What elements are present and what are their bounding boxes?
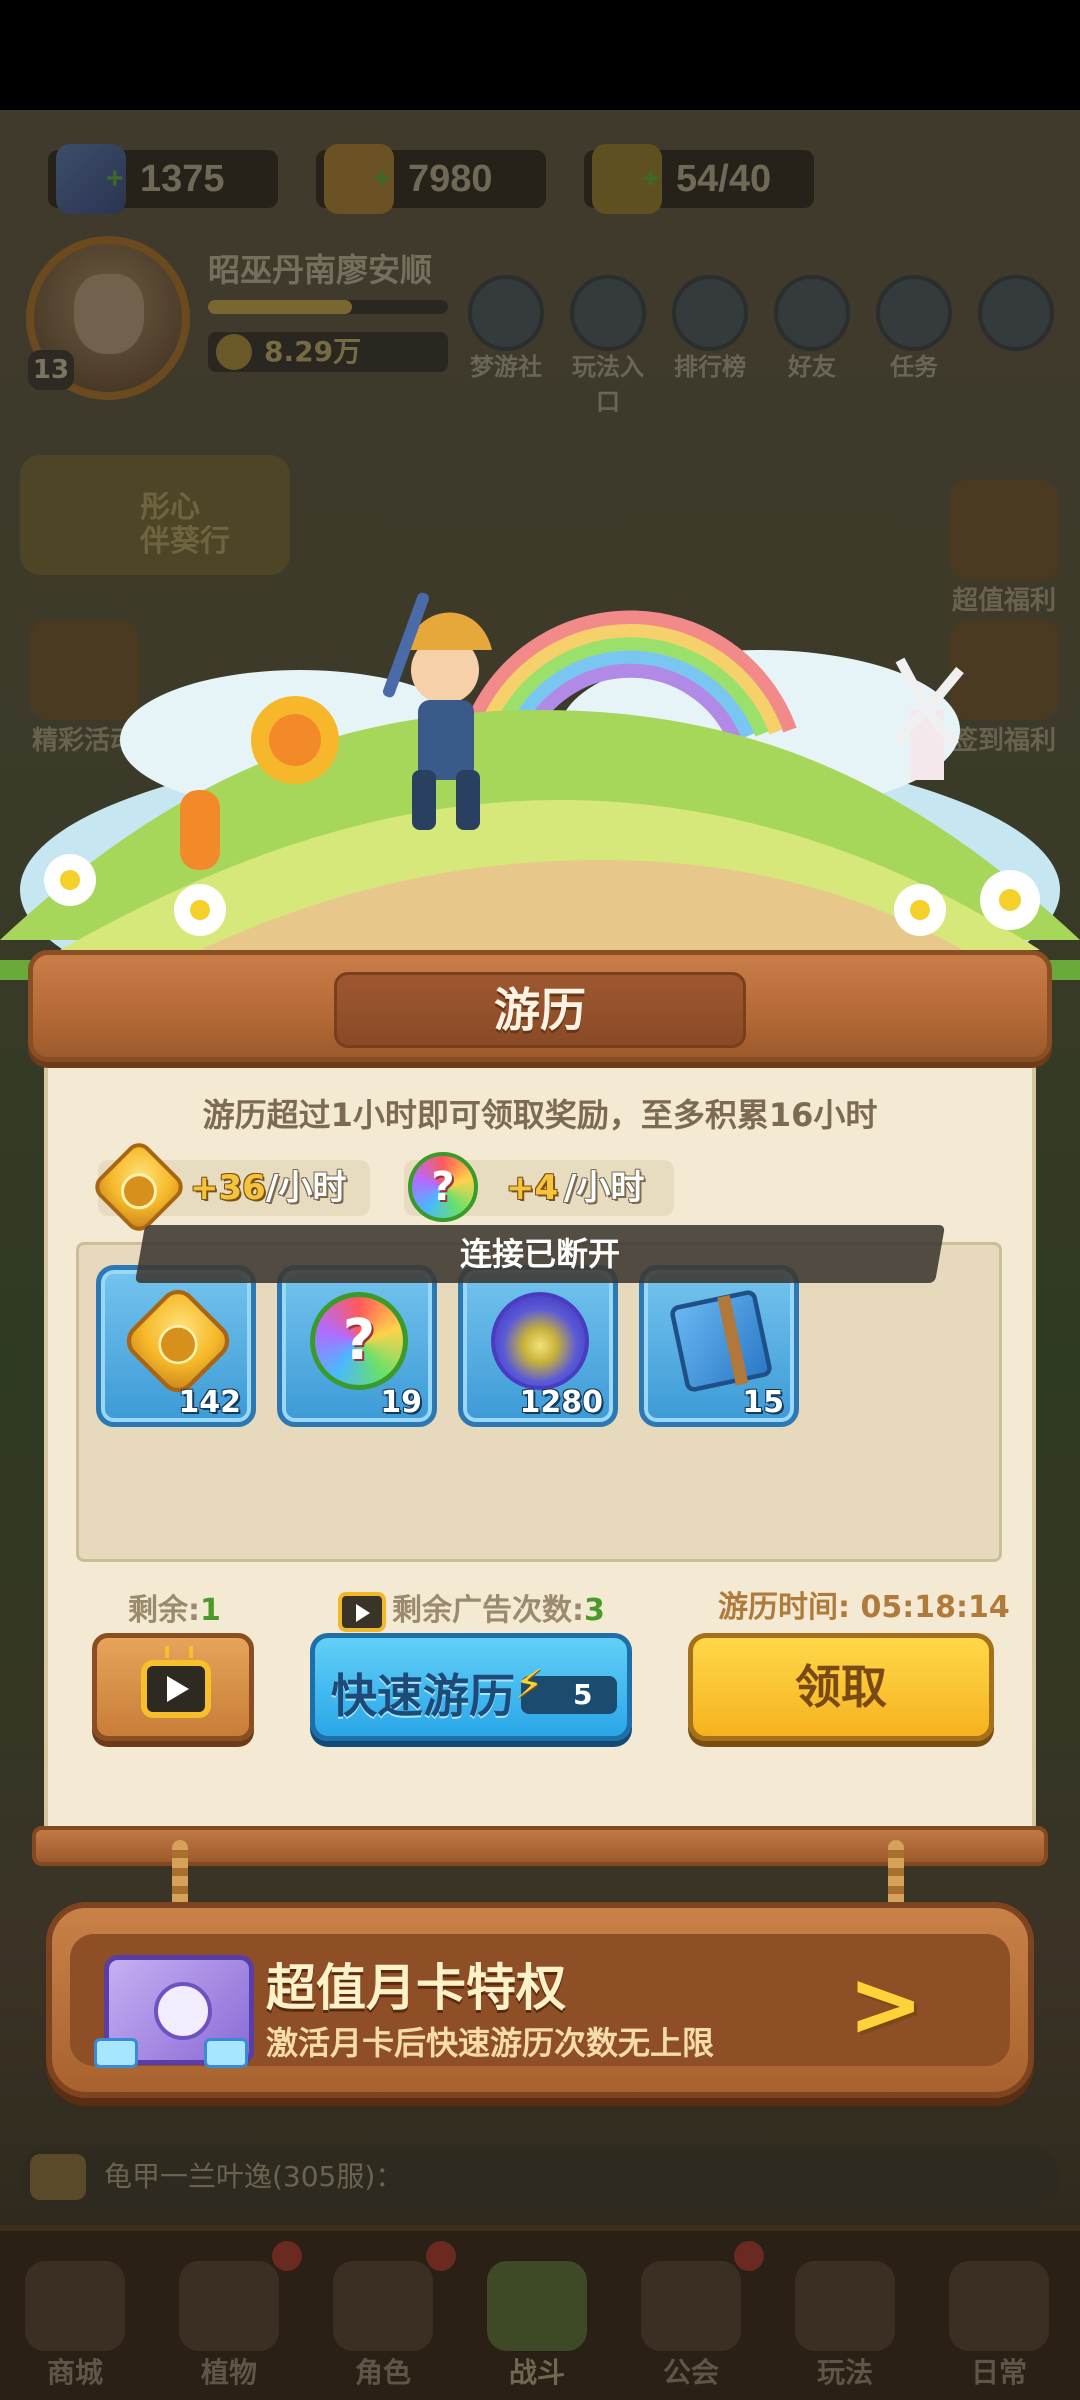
- world-chat-bar[interactable]: 龟甲一兰叶逸(305服)：: [20, 2148, 1060, 2206]
- friends-icon: [774, 275, 850, 351]
- gamepad-icon: [570, 275, 646, 351]
- xp-bar: [208, 300, 448, 314]
- watch-ad-button[interactable]: [92, 1633, 254, 1741]
- remaining-count: 剩余:1: [128, 1593, 221, 1628]
- character-icon: [333, 2261, 433, 2351]
- diamond-icon: [204, 2038, 248, 2068]
- lock-icon: [949, 2261, 1049, 2351]
- reward-slot-mystery-seed[interactable]: ? 19: [277, 1265, 437, 1427]
- reward-slot-spirit-orb[interactable]: 1280: [458, 1265, 618, 1427]
- energy-counter[interactable]: + 54/40: [584, 144, 814, 214]
- nav-more[interactable]: [970, 275, 1062, 351]
- player-name: 昭巫丹南廖安顺: [208, 251, 433, 289]
- lightning-icon: ⚡: [515, 1662, 544, 1708]
- gem-counter[interactable]: + 1375: [48, 144, 278, 214]
- more-icon: [978, 275, 1054, 351]
- tab-guild[interactable]: 公会: [626, 2261, 756, 2391]
- dream-club-icon: [468, 275, 544, 351]
- plus-icon: +: [106, 162, 124, 195]
- battle-icon: [487, 2261, 587, 2351]
- travel-time: 游历时间: 05:18:14: [718, 1590, 1010, 1625]
- reward-slot-gold-coin[interactable]: 142: [96, 1265, 256, 1427]
- status-bar: [0, 0, 1080, 110]
- quick-travel-button[interactable]: 快速游历 ⚡ 5: [310, 1633, 632, 1741]
- nav-leaderboard[interactable]: 排行榜: [664, 275, 756, 382]
- claim-button[interactable]: 领取: [688, 1633, 994, 1741]
- connection-lost-toast: 连接已断开: [459, 1235, 620, 1273]
- tasks-icon: [876, 275, 952, 351]
- tab-gameplay[interactable]: 玩法: [780, 2261, 910, 2391]
- tab-daily[interactable]: 日常: [934, 2261, 1064, 2391]
- tv-play-icon: [141, 1660, 211, 1718]
- book-icon: [668, 1288, 774, 1394]
- nav-tasks[interactable]: 任务: [868, 275, 960, 382]
- diamond-icon: [94, 2038, 138, 2068]
- tab-shop[interactable]: 商城: [10, 2261, 140, 2391]
- gameplay-icon: [795, 2261, 895, 2351]
- plant-icon: [179, 2261, 279, 2351]
- notification-dot: [734, 2241, 764, 2271]
- bottom-nav: 商城 植物 角色 战斗 公会 玩法 日常: [0, 2225, 1080, 2400]
- guild-icon: [641, 2261, 741, 2351]
- chevron-right-icon[interactable]: >: [848, 1960, 928, 2050]
- shop-icon: [25, 2261, 125, 2351]
- leaderboard-icon: [672, 275, 748, 351]
- notification-dot: [426, 2241, 456, 2271]
- coin-counter[interactable]: + 7980: [316, 144, 546, 214]
- level-badge: 13: [28, 350, 74, 390]
- chat-icon: [30, 2154, 86, 2200]
- ad-remaining-count: 剩余广告次数:3: [338, 1585, 605, 1632]
- mystery-seed-icon: ?: [408, 1152, 478, 1222]
- tv-icon: [338, 1591, 386, 1632]
- notification-dot: [272, 2241, 302, 2271]
- promo-event-button[interactable]: 彤心 伴葵行: [20, 455, 290, 575]
- tab-battle[interactable]: 战斗: [472, 2261, 602, 2391]
- banner-subtitle: 激活月卡后快速游历次数无上限: [266, 2024, 715, 2062]
- tab-character[interactable]: 角色: [318, 2261, 448, 2391]
- travel-info-text: 游历超过1小时即可领取奖励，至多积累16小时: [202, 1096, 878, 1134]
- panel-title: 游历: [494, 983, 586, 1037]
- reward-slot-skill-book[interactable]: 15: [639, 1265, 799, 1427]
- power-value: 8.29万: [208, 332, 448, 372]
- nav-friends[interactable]: 好友: [766, 275, 858, 382]
- banner-title: 超值月卡特权: [266, 1959, 566, 2017]
- plus-icon: +: [642, 162, 660, 195]
- nav-gameplay[interactable]: 玩法入口: [562, 275, 654, 417]
- nav-dream-club[interactable]: 梦游社: [460, 275, 552, 382]
- gold-coin-icon: [119, 1282, 237, 1400]
- spirit-orb-icon: [491, 1292, 589, 1390]
- mystery-seed-icon: ?: [310, 1292, 408, 1390]
- plus-icon: +: [374, 162, 392, 195]
- power-icon: [216, 334, 252, 370]
- tab-plants[interactable]: 植物: [164, 2261, 294, 2391]
- travel-scene-illustration: [0, 592, 1080, 980]
